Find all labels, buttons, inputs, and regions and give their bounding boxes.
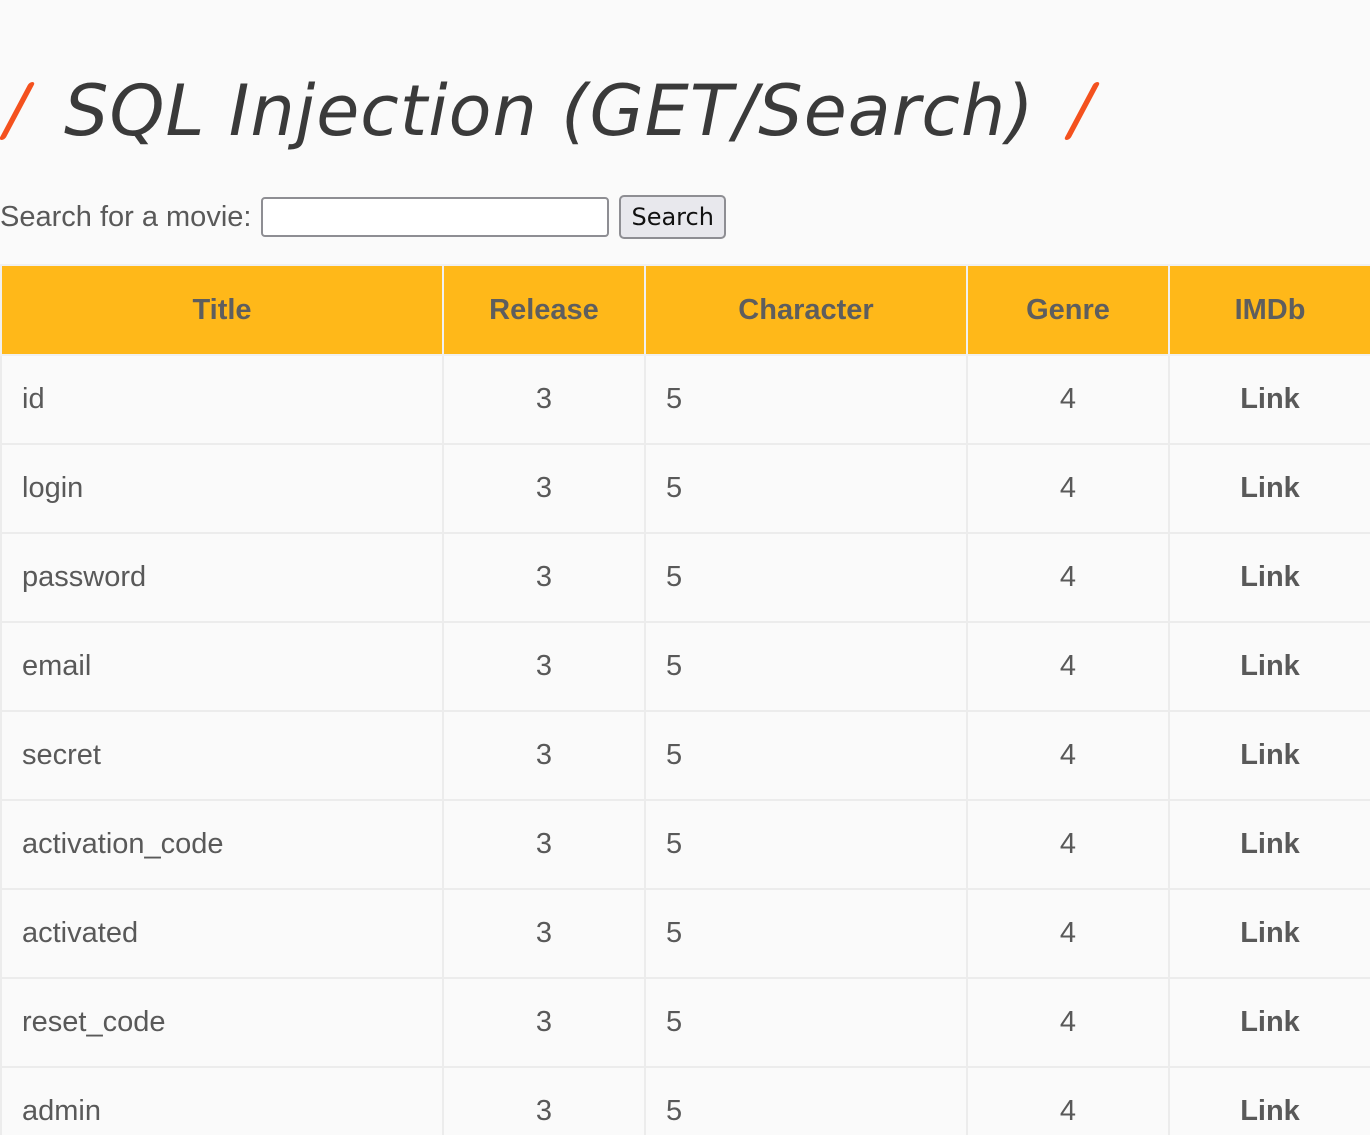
imdb-link[interactable]: Link <box>1240 383 1300 415</box>
page-title-row: SQL Injection (GET/Search) <box>0 66 1101 156</box>
cell-imdb: Link <box>1168 354 1370 445</box>
cell-imdb: Link <box>1168 799 1370 890</box>
table-header-row: Title Release Character Genre IMDb <box>0 264 1370 356</box>
cell-character: 5 <box>644 710 968 801</box>
cell-character: 5 <box>644 1066 968 1135</box>
cell-imdb: Link <box>1168 888 1370 979</box>
column-header-genre: Genre <box>966 264 1170 356</box>
cell-character: 5 <box>644 799 968 890</box>
cell-genre: 4 <box>966 354 1170 445</box>
imdb-link[interactable]: Link <box>1240 650 1300 682</box>
table-row: login 3 5 4 Link <box>0 443 1370 534</box>
cell-genre: 4 <box>966 532 1170 623</box>
cell-title: activated <box>0 888 444 979</box>
cell-title: admin <box>0 1066 444 1135</box>
cell-title: id <box>0 354 444 445</box>
cell-character: 5 <box>644 977 968 1068</box>
table-row: reset_code 3 5 4 Link <box>0 977 1370 1068</box>
cell-title: password <box>0 532 444 623</box>
cell-character: 5 <box>644 532 968 623</box>
table-row: password 3 5 4 Link <box>0 532 1370 623</box>
table-row: admin 3 5 4 Link <box>0 1066 1370 1135</box>
imdb-link[interactable]: Link <box>1240 739 1300 771</box>
cell-title: activation_code <box>0 799 444 890</box>
slash-decoration-right <box>1063 82 1101 140</box>
column-header-title: Title <box>0 264 444 356</box>
slash-decoration-left <box>0 82 36 140</box>
cell-release: 3 <box>442 710 646 801</box>
cell-genre: 4 <box>966 977 1170 1068</box>
search-form: Search for a movie: Search <box>0 194 726 240</box>
cell-imdb: Link <box>1168 443 1370 534</box>
cell-title: reset_code <box>0 977 444 1068</box>
cell-imdb: Link <box>1168 1066 1370 1135</box>
cell-release: 3 <box>442 1066 646 1135</box>
page-title: SQL Injection (GET/Search) <box>64 70 1035 152</box>
cell-release: 3 <box>442 532 646 623</box>
column-header-imdb: IMDb <box>1168 264 1370 356</box>
cell-character: 5 <box>644 443 968 534</box>
cell-imdb: Link <box>1168 710 1370 801</box>
cell-imdb: Link <box>1168 532 1370 623</box>
cell-character: 5 <box>644 888 968 979</box>
cell-title: secret <box>0 710 444 801</box>
table-row: secret 3 5 4 Link <box>0 710 1370 801</box>
cell-genre: 4 <box>966 799 1170 890</box>
cell-release: 3 <box>442 888 646 979</box>
imdb-link[interactable]: Link <box>1240 472 1300 504</box>
cell-genre: 4 <box>966 710 1170 801</box>
table-row: id 3 5 4 Link <box>0 354 1370 445</box>
cell-release: 3 <box>442 977 646 1068</box>
cell-genre: 4 <box>966 1066 1170 1135</box>
cell-imdb: Link <box>1168 621 1370 712</box>
imdb-link[interactable]: Link <box>1240 1006 1300 1038</box>
search-label: Search for a movie: <box>0 200 252 233</box>
cell-title: login <box>0 443 444 534</box>
column-header-release: Release <box>442 264 646 356</box>
cell-character: 5 <box>644 621 968 712</box>
table-row: activated 3 5 4 Link <box>0 888 1370 979</box>
cell-title: email <box>0 621 444 712</box>
table-row: email 3 5 4 Link <box>0 621 1370 712</box>
cell-release: 3 <box>442 621 646 712</box>
search-input[interactable] <box>261 197 610 237</box>
cell-imdb: Link <box>1168 977 1370 1068</box>
cell-release: 3 <box>442 799 646 890</box>
imdb-link[interactable]: Link <box>1240 917 1300 949</box>
cell-genre: 4 <box>966 621 1170 712</box>
page: SQL Injection (GET/Search) Search for a … <box>0 0 1370 1135</box>
movies-table: Title Release Character Genre IMDb id 3 … <box>0 264 1370 1135</box>
cell-genre: 4 <box>966 443 1170 534</box>
cell-release: 3 <box>442 443 646 534</box>
cell-genre: 4 <box>966 888 1170 979</box>
imdb-link[interactable]: Link <box>1240 561 1300 593</box>
search-button[interactable]: Search <box>619 195 726 239</box>
imdb-link[interactable]: Link <box>1240 1095 1300 1127</box>
imdb-link[interactable]: Link <box>1240 828 1300 860</box>
cell-character: 5 <box>644 354 968 445</box>
cell-release: 3 <box>442 354 646 445</box>
column-header-character: Character <box>644 264 968 356</box>
table-row: activation_code 3 5 4 Link <box>0 799 1370 890</box>
